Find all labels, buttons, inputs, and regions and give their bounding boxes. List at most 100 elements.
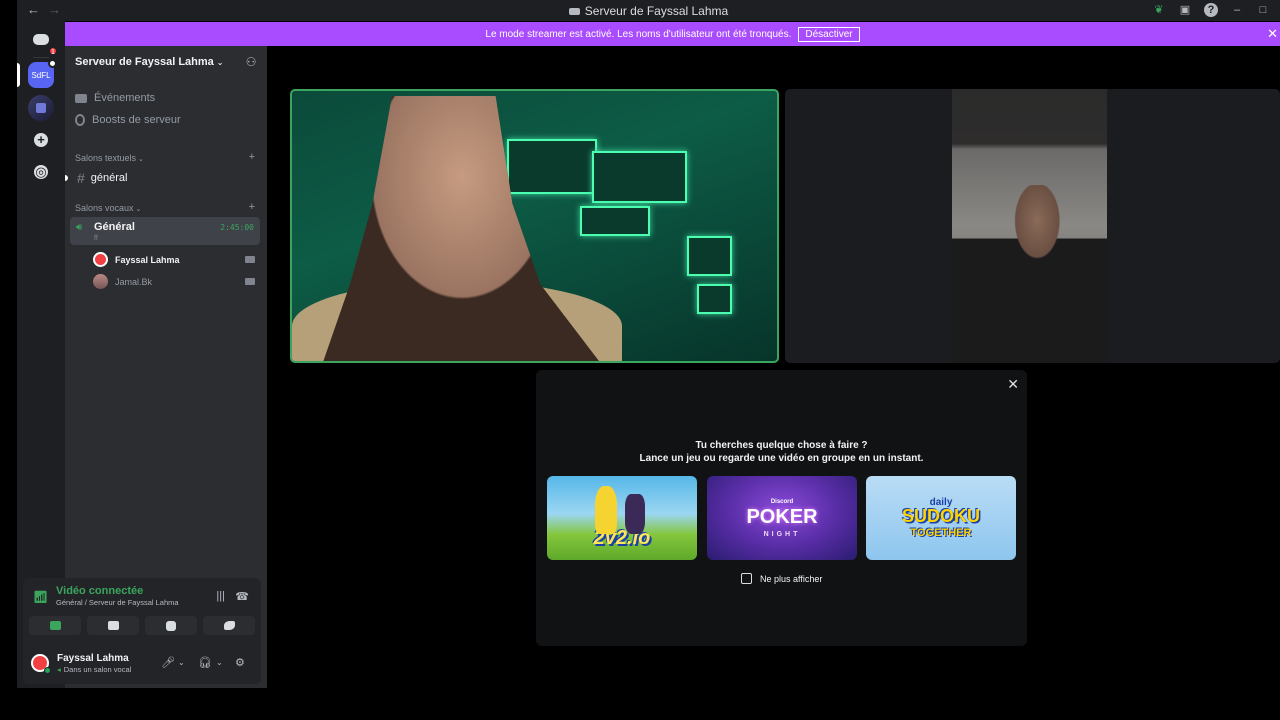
activity-title: POKER [746,505,818,528]
category-voice-channels[interactable]: Salons vocaux ⌄ [75,203,141,213]
activity-card-2v2[interactable]: 2v2.io [547,476,697,560]
rail-separator [33,57,49,58]
invite-people-icon[interactable]: ⚇ [244,55,258,69]
server-initials: SdFL [31,70,51,80]
help-icon[interactable]: ? [1204,3,1218,17]
microphone-icon[interactable]: 🎤︎ [161,656,175,669]
activity-card-poker[interactable]: Discord POKER NIGHT [707,476,857,560]
voice-user-name: Jamal.Bk [115,276,153,287]
person-silhouette [952,185,1107,363]
camera-icon [245,256,255,263]
voice-user-jamal[interactable]: Jamal.Bk [93,274,255,289]
camera-button[interactable] [29,616,81,635]
server-logo-icon [568,8,580,16]
boosts-label: Boosts de serveur [92,114,181,126]
category-text-label: Salons textuels [75,153,137,163]
activities-suggestion-panel: ✕ Tu cherches quelque chose à faire ? La… [536,370,1027,646]
person-head [322,96,602,361]
disable-streamer-button[interactable]: Désactiver [798,26,860,42]
notification-badge: 1 [48,46,58,56]
title-bar: ← → Serveur de Fayssal Lahma ❦ ▣ ? – □ [17,0,1280,21]
minimize-button[interactable]: – [1230,3,1244,17]
window-title: Serveur de Fayssal Lahma [17,4,1280,18]
activity-card-sudoku[interactable]: daily SUDOKU TOGETHER [866,476,1016,560]
online-status-dot [44,667,51,674]
headphones-icon[interactable]: 🎧︎ [198,656,212,669]
chevron-down-icon[interactable]: ⌄ [178,658,185,667]
channel-name: général [90,172,128,184]
titlebar-actions: ❦ ▣ ? – □ [1152,3,1270,17]
voice-status[interactable]: Vidéo connectée [56,585,143,597]
settings-gear-icon[interactable]: ⚙ [235,656,245,669]
window-title-text: Serveur de Fayssal Lahma [584,4,729,18]
unread-indicator [65,175,68,181]
background-screen [697,284,732,314]
activities-subheading: Lance un jeu ou regarde une vidéo en gro… [639,453,924,464]
checkbox-label: Ne plus afficher [760,573,823,584]
maximize-button[interactable]: □ [1256,3,1270,17]
calendar-icon [75,93,87,103]
game-character-image [625,494,645,534]
background-screen [687,236,732,276]
signal-icon[interactable]: 📶︎ [33,590,48,604]
add-voice-channel-icon[interactable]: + [249,201,255,213]
activity-title: SUDOKU [901,506,980,526]
compass-icon: ◎ [34,164,48,179]
soundboard-icon [223,621,235,630]
screen-share-icon [107,621,119,630]
video-tile-fayssal[interactable] [290,89,779,363]
close-icon[interactable]: ✕ [1007,376,1019,393]
voice-activity-dot [48,59,57,68]
voice-channel-name: Général [94,221,135,233]
nitro-leaf-icon[interactable]: ❦ [1152,3,1166,17]
hash-icon: # [77,170,85,186]
explore-servers-button[interactable]: ◎ [28,159,54,185]
activities-button[interactable] [145,616,197,635]
speaker-icon: ◂ [57,665,61,674]
voice-location: Général / Serveur de Fayssal Lahma [56,598,179,607]
banner-close-icon[interactable]: ✕ [1267,26,1278,42]
user-name[interactable]: Fayssal Lahma [57,653,129,664]
category-voice-label: Salons vocaux [75,203,134,213]
add-text-channel-icon[interactable]: + [249,151,255,163]
sidebar-item-boosts[interactable]: Boosts de serveur [75,114,181,126]
streamer-mode-banner: Le mode streamer est activé. Les noms d'… [65,22,1280,46]
server-icon-sdfl[interactable]: SdFL [28,59,57,88]
sidebar-item-events[interactable]: Événements [75,92,155,104]
activity-icon [166,620,176,631]
camera-icon [245,278,255,285]
chevron-down-icon: ⌄ [135,206,142,213]
video-tile-jamal[interactable] [785,89,1280,363]
category-text-channels[interactable]: Salons textuels ⌄ [75,153,144,163]
noise-suppression-icon[interactable]: ||| [216,590,225,602]
plus-icon: + [34,133,48,147]
checkbox[interactable] [741,573,752,584]
voice-user-name: Fayssal Lahma [115,254,180,265]
voice-user-fayssal[interactable]: Fayssal Lahma [93,252,255,267]
server-header[interactable]: Serveur de Fayssal Lahma ⌄ [75,56,224,68]
inbox-icon[interactable]: ▣ [1178,3,1192,17]
dont-show-again-checkbox[interactable]: Ne plus afficher [741,573,822,584]
game-character-image [595,486,617,534]
activity-subtitle: NIGHT [763,530,801,538]
server-icon-2[interactable] [28,95,54,121]
chevron-down-icon[interactable]: ⌄ [216,658,223,667]
disconnect-icon[interactable]: ☎ [235,590,249,603]
chevron-down-icon: ⌄ [216,58,224,67]
screen-share-button[interactable] [87,616,139,635]
background-screen [592,151,687,203]
server-2-image [36,103,46,113]
discord-home-button[interactable]: 1 [28,26,58,56]
text-channel-general[interactable]: # général [75,170,128,186]
activity-brand: Discord [770,498,794,505]
selected-server-pill [17,63,20,87]
activity-subtitle: TOGETHER [910,527,972,539]
soundboard-button[interactable] [203,616,255,635]
activities-heading: Tu cherches quelque chose à faire ? [695,440,868,451]
user-status-text: Dans un salon vocal [63,665,132,674]
voice-channel-general[interactable]: 🔊︎ Général ff 2:45:00 [70,217,260,245]
user-panel: Fayssal Lahma ◂ Dans un salon vocal 🎤︎ ⌄ … [23,640,261,684]
speaker-icon: 🔊︎ [76,222,83,233]
add-server-button[interactable]: + [28,127,54,153]
banner-text: Le mode streamer est activé. Les noms d'… [485,28,792,40]
